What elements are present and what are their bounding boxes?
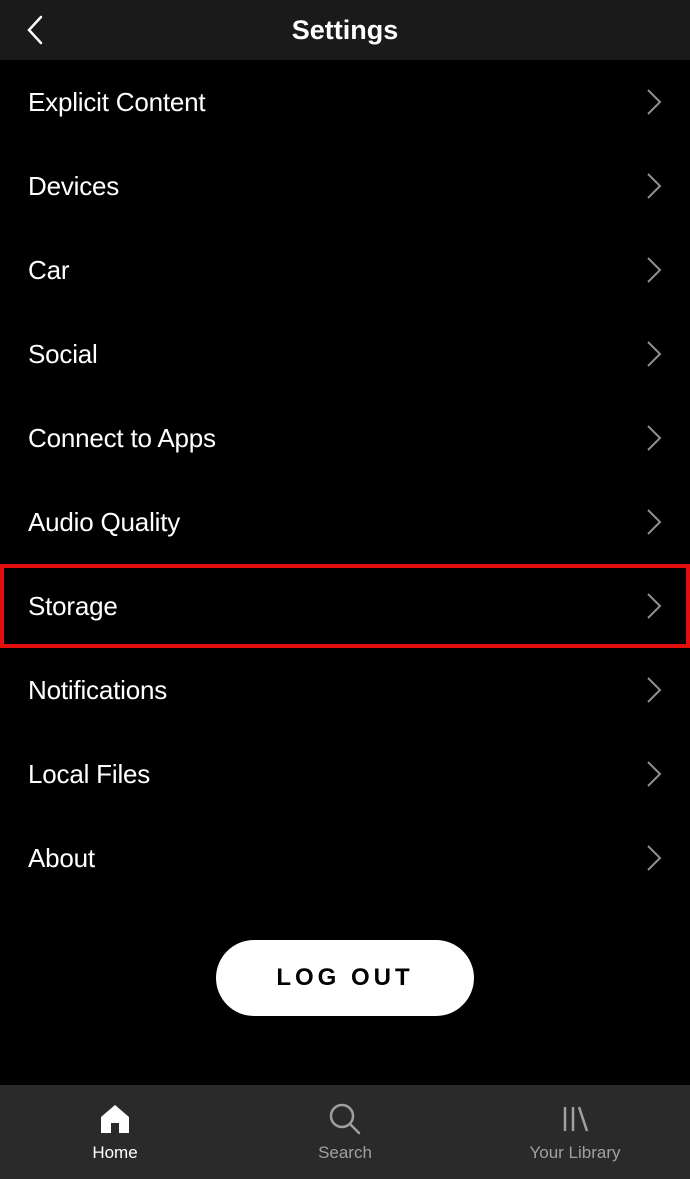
settings-item-explicit-content[interactable]: Explicit Content [0, 60, 690, 144]
settings-item-car[interactable]: Car [0, 228, 690, 312]
nav-label: Home [92, 1143, 137, 1163]
nav-home[interactable]: Home [0, 1085, 230, 1179]
settings-list: Explicit Content Devices Car Social Conn… [0, 60, 690, 1085]
logout-button[interactable]: LOG OUT [216, 940, 473, 1016]
chevron-right-icon [646, 340, 662, 368]
nav-search[interactable]: Search [230, 1085, 460, 1179]
header: Settings [0, 0, 690, 60]
chevron-right-icon [646, 760, 662, 788]
list-item-label: Connect to Apps [28, 423, 216, 454]
settings-item-social[interactable]: Social [0, 312, 690, 396]
logout-container: LOG OUT [0, 900, 690, 1066]
list-item-label: Audio Quality [28, 507, 180, 538]
search-icon [327, 1101, 363, 1137]
chevron-right-icon [646, 88, 662, 116]
list-item-label: Local Files [28, 759, 150, 790]
library-icon [557, 1101, 593, 1137]
list-item-label: Explicit Content [28, 87, 205, 118]
chevron-right-icon [646, 844, 662, 872]
nav-library[interactable]: Your Library [460, 1085, 690, 1179]
nav-label: Search [318, 1143, 372, 1163]
settings-item-audio-quality[interactable]: Audio Quality [0, 480, 690, 564]
chevron-right-icon [646, 256, 662, 284]
back-button[interactable] [20, 15, 50, 45]
settings-item-notifications[interactable]: Notifications [0, 648, 690, 732]
chevron-right-icon [646, 424, 662, 452]
settings-item-storage[interactable]: Storage [0, 564, 690, 648]
home-icon [97, 1101, 133, 1137]
chevron-left-icon [26, 15, 44, 45]
chevron-right-icon [646, 172, 662, 200]
list-item-label: Notifications [28, 675, 167, 706]
settings-item-connect-to-apps[interactable]: Connect to Apps [0, 396, 690, 480]
list-item-label: Devices [28, 171, 119, 202]
settings-item-about[interactable]: About [0, 816, 690, 900]
list-item-label: Social [28, 339, 98, 370]
settings-item-devices[interactable]: Devices [0, 144, 690, 228]
list-item-label: Storage [28, 591, 118, 622]
nav-label: Your Library [529, 1143, 620, 1163]
chevron-right-icon [646, 676, 662, 704]
chevron-right-icon [646, 592, 662, 620]
settings-item-local-files[interactable]: Local Files [0, 732, 690, 816]
list-item-label: Car [28, 255, 69, 286]
page-title: Settings [0, 15, 690, 46]
list-item-label: About [28, 843, 95, 874]
chevron-right-icon [646, 508, 662, 536]
bottom-nav: Home Search Your Library [0, 1085, 690, 1179]
